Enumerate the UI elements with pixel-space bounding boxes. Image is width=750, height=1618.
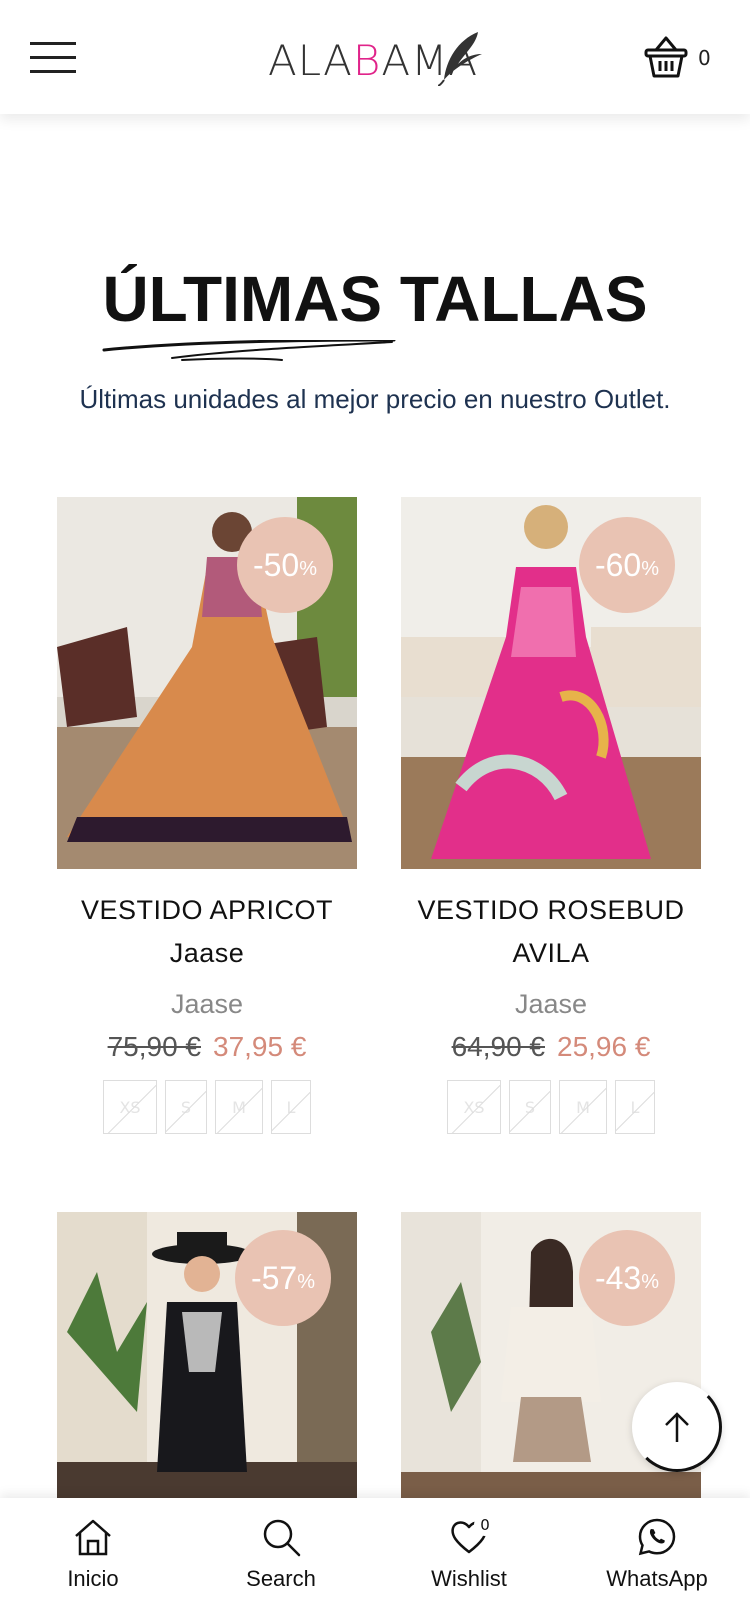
nav-label: Wishlist bbox=[431, 1566, 507, 1591]
menu-icon[interactable] bbox=[30, 42, 76, 74]
discount-percent: % bbox=[641, 557, 660, 580]
size-option[interactable]: XS bbox=[103, 1080, 157, 1134]
product-brand: Jaase bbox=[170, 989, 244, 1019]
product-card[interactable]: -50% VESTIDO APRICOT Jaase Jaase 75,90 €… bbox=[57, 497, 357, 1157]
product-card[interactable]: -60% VESTIDO ROSEBUD AVILA Jaase 64,90 €… bbox=[401, 497, 701, 1157]
section-title: ÚLTIMAS TALLAS bbox=[102, 263, 648, 335]
home-icon bbox=[75, 1519, 111, 1556]
product-image[interactable]: -60% bbox=[401, 497, 701, 869]
product-name-line1: VESTIDO APRICOT bbox=[80, 895, 334, 925]
discount-badge: -60% bbox=[579, 517, 675, 613]
size-option[interactable]: M bbox=[559, 1080, 607, 1134]
product-card[interactable]: -57% bbox=[57, 1212, 357, 1512]
product-name-line2: Jaase bbox=[169, 938, 245, 968]
product-brand: Jaase bbox=[514, 989, 588, 1019]
sale-price: 25,96 € bbox=[557, 1031, 651, 1062]
nav-item-whatsapp[interactable]: WhatsApp bbox=[592, 1516, 722, 1592]
nav-item-inicio[interactable]: Inicio bbox=[28, 1516, 158, 1592]
basket-icon[interactable] bbox=[644, 34, 688, 78]
discount-value: -60 bbox=[594, 546, 642, 583]
size-options: XS S M L bbox=[401, 1080, 701, 1134]
discount-percent: % bbox=[299, 557, 318, 580]
discount-value: -43 bbox=[594, 1259, 642, 1296]
product-name-line2: AVILA bbox=[512, 938, 590, 968]
scroll-to-top-button[interactable] bbox=[632, 1382, 722, 1472]
product-name[interactable]: VESTIDO APRICOT Jaase bbox=[57, 889, 357, 975]
product-price: 75,90 € 37,95 € bbox=[57, 1031, 357, 1063]
discount-badge: -43% bbox=[579, 1230, 675, 1326]
arrow-up-icon bbox=[665, 1412, 689, 1442]
old-price: 75,90 € bbox=[107, 1031, 201, 1062]
cart-count: 0 bbox=[698, 46, 711, 70]
old-price: 64,90 € bbox=[451, 1031, 545, 1062]
product-name-line1: VESTIDO ROSEBUD bbox=[417, 895, 685, 925]
size-option[interactable]: XS bbox=[447, 1080, 501, 1134]
bottom-navigation: Inicio Search 0 Wishlist WhatsApp bbox=[0, 1498, 750, 1618]
size-option[interactable]: S bbox=[165, 1080, 207, 1134]
discount-badge: -50% bbox=[237, 517, 333, 613]
nav-item-wishlist[interactable]: 0 Wishlist bbox=[404, 1514, 534, 1592]
size-option[interactable]: S bbox=[509, 1080, 551, 1134]
discount-value: -57 bbox=[250, 1259, 298, 1296]
logo[interactable]: ALABAMA bbox=[268, 30, 488, 90]
discount-percent: % bbox=[297, 1270, 316, 1293]
nav-label: Inicio bbox=[67, 1566, 119, 1591]
product-name[interactable]: VESTIDO ROSEBUD AVILA bbox=[401, 889, 701, 975]
nav-item-search[interactable]: Search bbox=[216, 1516, 346, 1592]
product-price: 64,90 € 25,96 € bbox=[401, 1031, 701, 1063]
search-icon bbox=[263, 1519, 301, 1557]
brush-underline bbox=[102, 340, 396, 361]
discount-badge: -57% bbox=[235, 1230, 331, 1326]
size-option[interactable]: M bbox=[215, 1080, 263, 1134]
whatsapp-icon bbox=[638, 1518, 676, 1556]
size-option[interactable]: L bbox=[271, 1080, 311, 1134]
wishlist-count: 0 bbox=[474, 1514, 496, 1536]
nav-label: Search bbox=[246, 1566, 316, 1591]
nav-label: WhatsApp bbox=[606, 1566, 708, 1591]
product-image[interactable]: -50% bbox=[57, 497, 357, 869]
size-option[interactable]: L bbox=[615, 1080, 655, 1134]
discount-value: -50 bbox=[252, 546, 300, 583]
feather-icon bbox=[438, 32, 482, 86]
section-subtitle: Últimas unidades al mejor precio en nues… bbox=[79, 384, 671, 414]
sale-price: 37,95 € bbox=[213, 1031, 307, 1062]
product-image[interactable]: -57% bbox=[57, 1212, 357, 1512]
site-header: ALABAMA 0 bbox=[0, 0, 750, 114]
discount-percent: % bbox=[641, 1270, 660, 1293]
size-options: XS S M L bbox=[57, 1080, 357, 1134]
